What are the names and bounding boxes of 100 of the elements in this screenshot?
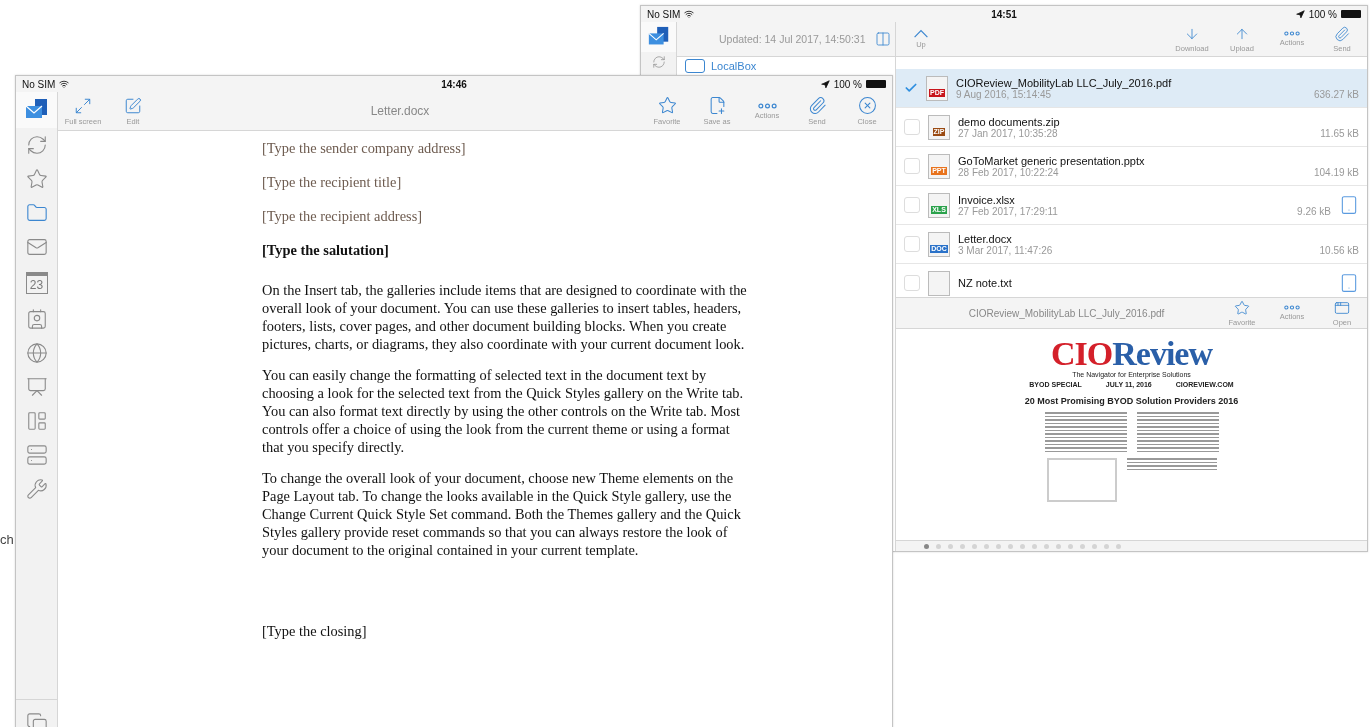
salutation-text: [Type the salutation]	[262, 241, 390, 259]
document-title: Letter.docx	[370, 104, 430, 118]
preview-title: CIOReview_MobilityLab LLC_July_2016.pdf	[968, 307, 1165, 319]
placeholder-text: [Type the sender company address]	[262, 139, 467, 157]
page-dot[interactable]	[1092, 543, 1097, 549]
clock-time: 14:51	[991, 8, 1017, 20]
checkbox[interactable]	[904, 158, 920, 174]
page-dot[interactable]	[1056, 543, 1061, 549]
dots-icon	[1284, 305, 1300, 310]
windows-icon	[25, 712, 48, 727]
body-paragraph: On the Insert tab, the galleries include items that are designed to coordinate with the overall look of your document. You can use these galleries to insert tables, headers, footers, lists, cover pages, and other document building blocks. When you create pictures, charts, or diagrams, they also coordinate with your current document look.	[262, 281, 748, 353]
battery-icon	[866, 80, 886, 88]
location-item[interactable]: LocalBox	[677, 57, 895, 74]
checkbox[interactable]	[904, 275, 920, 291]
presentation-board-icon	[25, 376, 48, 398]
battery-percent: 100 %	[1308, 8, 1337, 20]
windows-button[interactable]	[25, 712, 48, 727]
location-arrow-icon	[820, 79, 830, 89]
page-dot[interactable]	[996, 543, 1001, 549]
page-dot[interactable]	[1080, 543, 1085, 549]
sync-icon	[25, 134, 48, 156]
magazine-logo: CIOReview	[1051, 337, 1212, 371]
closing-text: [Type the closing]	[262, 622, 368, 640]
checkbox[interactable]	[904, 81, 918, 95]
page-dot[interactable]	[984, 543, 989, 549]
page-dot[interactable]	[1008, 543, 1013, 549]
globe-button[interactable]	[25, 342, 48, 364]
battery-icon	[1341, 10, 1361, 18]
page-dot[interactable]	[948, 543, 953, 549]
contact-card-icon	[25, 308, 48, 330]
carrier-label: No SIM	[22, 78, 56, 90]
checkbox[interactable]	[904, 197, 920, 213]
page-dot[interactable]	[1032, 543, 1037, 549]
layout-button[interactable]	[25, 410, 48, 432]
file-name: demo documents.zip	[958, 115, 1061, 128]
certificate-drawing	[1046, 458, 1117, 502]
page-dot[interactable]	[1044, 543, 1049, 549]
file-date: 9 Aug 2016, 15:14:45	[956, 88, 1052, 100]
file-name: Invoice.xlsx	[958, 193, 1016, 206]
close-icon	[857, 96, 877, 115]
split-view-icon	[875, 31, 891, 47]
body-paragraph: To change the overall look of your document, choose new Theme elements on the Page Layout tab. To change the looks available in the Quick Style gallery, use the Change Current Quick Style Set command. Both the Themes gallery and the Quick Styles gallery provide reset commands so that you can always restore the look of your document to the original contained in your current template.	[262, 469, 742, 559]
file-size: 10.56 kB	[1319, 244, 1359, 256]
clock-time: 14:46	[441, 78, 467, 90]
folder-button[interactable]	[25, 202, 48, 224]
dots-icon	[1284, 31, 1300, 36]
file-date: 27 Jan 2017, 10:35:28	[958, 127, 1058, 139]
layout-icon	[25, 410, 48, 432]
checkbox[interactable]	[904, 236, 920, 252]
file-date: 27 Feb 2017, 17:29:11	[958, 205, 1058, 217]
wrench-button[interactable]	[25, 478, 48, 500]
star-icon	[25, 168, 48, 190]
wifi-icon	[684, 9, 695, 19]
file-date: 3 Mar 2017, 11:47:26	[958, 244, 1053, 256]
location-arrow-icon	[1295, 9, 1305, 19]
envelope-button[interactable]	[25, 236, 48, 258]
sync-button[interactable]	[25, 134, 48, 156]
file-size: 104.19 kB	[1313, 166, 1359, 178]
edge-text: ch	[0, 532, 14, 547]
contact-card-button[interactable]	[25, 308, 48, 330]
wrench-icon	[25, 478, 48, 500]
updated-timestamp: Updated: 14 Jul 2017, 14:50:31	[719, 33, 866, 45]
file-name: GoToMarket generic presentation.pptx	[958, 154, 1146, 167]
file-name: CIOReview_MobilityLab LLC_July_2016.pdf	[956, 76, 1173, 89]
star-icon	[1234, 299, 1250, 316]
wifi-icon	[59, 79, 70, 89]
checkbox[interactable]	[904, 119, 920, 135]
page-dot[interactable]	[936, 543, 941, 549]
page-dot[interactable]	[1116, 543, 1121, 549]
pencil-icon	[124, 96, 142, 115]
file-date: 28 Feb 2017, 10:22:24	[958, 166, 1059, 178]
paperclip-icon	[1334, 25, 1350, 42]
expand-arrows-icon	[74, 96, 92, 115]
carrier-label: No SIM	[647, 8, 681, 20]
page-dot[interactable]	[1068, 543, 1073, 549]
dots-icon	[757, 102, 777, 109]
sync-button[interactable]	[651, 55, 666, 70]
star-button[interactable]	[25, 168, 48, 190]
sync-icon	[651, 55, 666, 70]
envelope-icon	[25, 236, 48, 258]
page-dot[interactable]	[1104, 543, 1109, 549]
drive-icon	[685, 59, 705, 73]
page-dot[interactable]	[1020, 543, 1025, 549]
body-paragraph: You can easily change the formatting of selected text in the document text by choosing a look for the selected text from the Quick Styles gallery on the Write tab. You can also format text directly by using the other controls on the Write tab. Most controls offer a choice of using the look from the current theme or using a format that you specify directly.	[262, 366, 745, 456]
globe-icon	[25, 342, 48, 364]
file-size: 9.26 kB	[1297, 205, 1331, 217]
page-dot[interactable]	[960, 543, 965, 549]
chevron-up-icon	[913, 29, 929, 38]
file-name: Letter.docx	[958, 232, 1013, 245]
page-dot[interactable]	[972, 543, 977, 549]
file-size: 11.65 kB	[1320, 127, 1359, 139]
calendar-button[interactable]: 23	[25, 272, 48, 294]
split-view-button[interactable]	[875, 31, 891, 47]
presentation-board-button[interactable]	[25, 376, 48, 398]
placeholder-text: [Type the recipient title]	[262, 173, 403, 191]
star-icon	[657, 96, 677, 115]
file-name: NZ note.txt	[958, 277, 1013, 289]
page-dot[interactable]	[924, 543, 929, 549]
placeholder-text: [Type the recipient address]	[262, 207, 424, 225]
file-size: 636.27 kB	[1313, 88, 1359, 100]
